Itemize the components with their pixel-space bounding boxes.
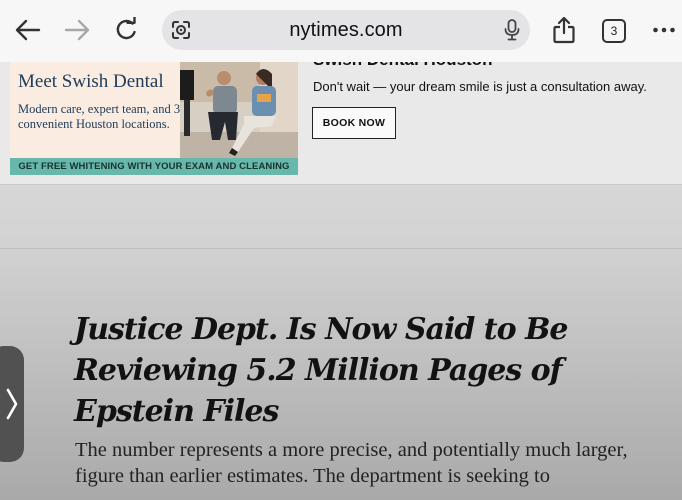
tabs-button[interactable]: 3 [602,19,626,43]
share-icon [553,16,575,44]
reload-icon [116,17,136,40]
browser-toolbar: nytimes.com 3 [0,0,682,62]
ad-advertiser-name[interactable]: Swish Dental Houston [313,62,492,70]
ad-creative[interactable]: Meet Swish Dental Modern care, expert te… [10,62,298,175]
ad-description: Don't wait — your dream smile is just a … [313,79,647,94]
ad-creative-subtext: Modern care, expert team, and 3 convenie… [18,102,181,131]
ad-offer-strip: GET FREE WHITENING WITH YOUR EXAM AND CL… [10,158,298,175]
reload-button[interactable] [110,12,144,48]
share-button[interactable] [547,12,581,48]
article-headline[interactable]: Justice Dept. Is Now Said to Be Reviewin… [74,309,654,432]
ad-photo [180,62,298,158]
forward-arrow-icon [64,19,90,41]
forward-button[interactable] [60,12,94,48]
section-divider [0,248,682,249]
more-button[interactable] [647,12,681,48]
ad-banner[interactable]: Meet Swish Dental Modern care, expert te… [0,62,682,185]
sidebar-toggle-handle[interactable] [0,346,24,462]
more-dots-icon [653,27,675,33]
microphone-icon[interactable] [502,18,522,42]
url-text: nytimes.com [289,18,403,41]
address-bar[interactable]: nytimes.com [162,10,530,50]
chevron-right-icon [6,388,18,420]
ad-creative-headline: Meet Swish Dental [18,71,164,92]
article-summary: The number represents a more precise, an… [75,439,628,487]
back-button[interactable] [11,12,45,48]
back-arrow-icon [15,19,41,41]
book-now-button[interactable]: BOOK NOW [312,107,396,139]
